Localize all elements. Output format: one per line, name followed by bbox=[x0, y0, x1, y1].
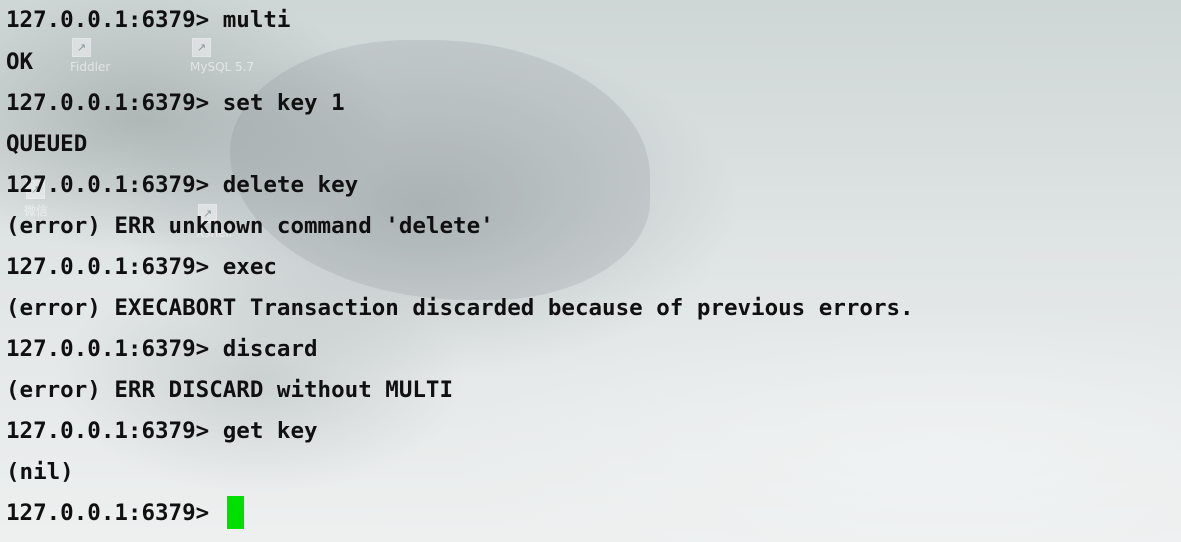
terminal-line: 127.0.0.1:6379> discard bbox=[6, 336, 318, 362]
terminal-prompt-line[interactable]: 127.0.0.1:6379> bbox=[6, 493, 1181, 534]
terminal-line: (error) ERR DISCARD without MULTI bbox=[6, 377, 454, 403]
terminal-line: 127.0.0.1:6379> multi bbox=[6, 7, 291, 33]
terminal-output[interactable]: 127.0.0.1:6379> multi OK 127.0.0.1:6379>… bbox=[0, 0, 1181, 542]
terminal-prompt: 127.0.0.1:6379> bbox=[6, 500, 223, 526]
terminal-line: QUEUED bbox=[6, 131, 88, 157]
terminal-line: 127.0.0.1:6379> set key 1 bbox=[6, 90, 345, 116]
terminal-line: 127.0.0.1:6379> delete key bbox=[6, 172, 359, 198]
terminal-line: (error) EXECABORT Transaction discarded … bbox=[6, 295, 914, 321]
terminal-line: 127.0.0.1:6379> exec bbox=[6, 254, 277, 280]
terminal-line: (nil) bbox=[6, 459, 74, 485]
terminal-line: OK bbox=[6, 49, 34, 75]
terminal-line: 127.0.0.1:6379> get key bbox=[6, 418, 318, 444]
terminal-line: (error) ERR unknown command 'delete' bbox=[6, 213, 494, 239]
terminal-cursor bbox=[226, 496, 244, 529]
